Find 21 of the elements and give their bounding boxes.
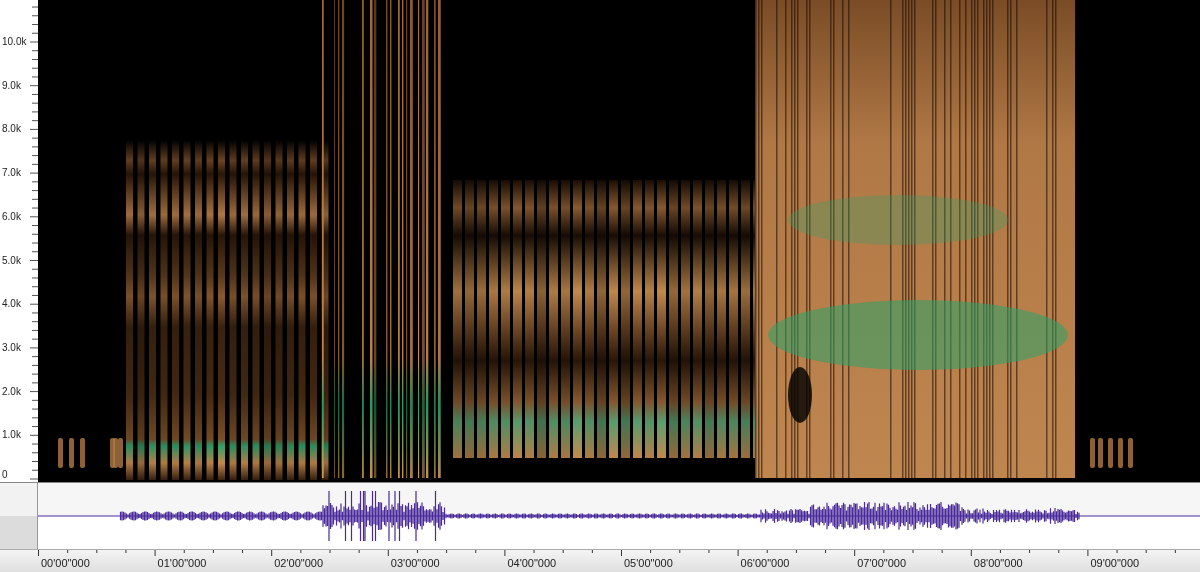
frequency-label: 4.0k xyxy=(2,298,21,310)
time-label: 00'00"000 xyxy=(41,557,90,569)
frequency-label: 2.0k xyxy=(2,385,21,397)
frequency-label: 6.0k xyxy=(2,210,21,222)
time-label: 09'00"000 xyxy=(1090,557,1140,569)
time-label: 02'00"000 xyxy=(274,557,324,569)
time-label: 04'00"000 xyxy=(507,557,557,569)
frequency-label: 7.0k xyxy=(2,167,21,179)
frequency-label: 3.0k xyxy=(2,341,21,353)
time-label: 08'00"000 xyxy=(973,557,1023,569)
frequency-label: 10.0k xyxy=(2,36,27,47)
time-label: 06'00"000 xyxy=(740,557,790,569)
time-label: 01'00"000 xyxy=(157,557,207,569)
frequency-label: 8.0k xyxy=(2,123,21,135)
frequency-label: 9.0k xyxy=(2,79,21,91)
time-label: 07'00"000 xyxy=(857,557,907,569)
time-label: 05'00"000 xyxy=(624,557,673,569)
frequency-label: 0 xyxy=(2,469,8,480)
time-label: 03'00"000 xyxy=(390,557,440,569)
frequency-label: 5.0k xyxy=(2,254,21,266)
frequency-label: 1.0k xyxy=(2,429,21,441)
